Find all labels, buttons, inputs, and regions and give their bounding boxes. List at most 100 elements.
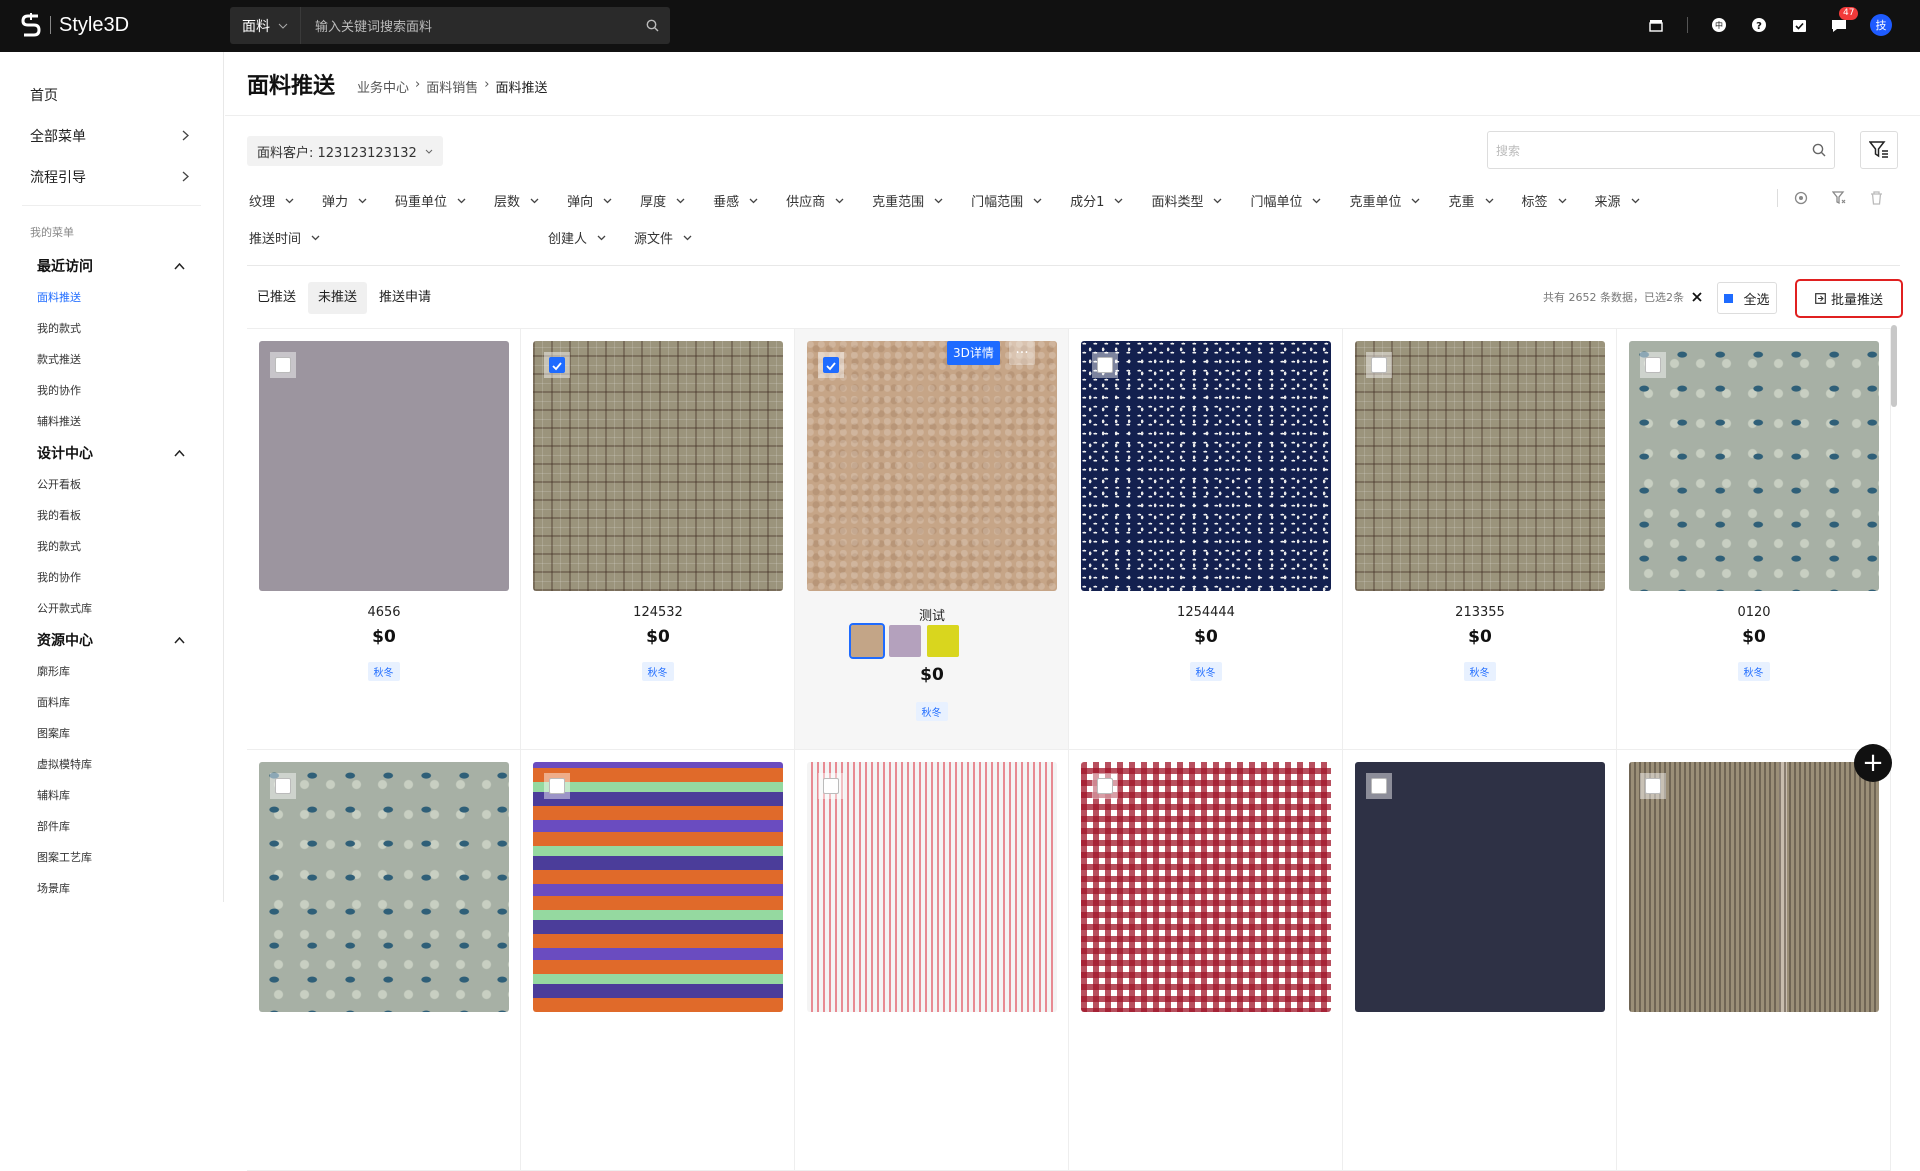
card-checkbox[interactable] xyxy=(1640,773,1666,799)
more-options-icon[interactable]: ··· xyxy=(1009,341,1035,365)
scrollbar[interactable] xyxy=(1891,325,1897,407)
fabric-card[interactable] xyxy=(247,750,521,1171)
sidebar-item[interactable]: 辅料库 xyxy=(0,780,223,811)
color-swatch[interactable] xyxy=(927,625,959,657)
fabric-card[interactable]: 3D详情 ··· 测试 $0 秋冬 xyxy=(795,329,1069,750)
sidebar-item[interactable]: 部件库 xyxy=(0,811,223,842)
task-check-icon[interactable] xyxy=(1790,16,1808,34)
global-search[interactable]: 面料 输入关键词搜索面料 xyxy=(230,7,670,44)
card-checkbox[interactable] xyxy=(1640,352,1666,378)
color-swatch[interactable] xyxy=(849,623,885,659)
language-icon[interactable]: 中 xyxy=(1710,16,1728,34)
filter-dropdown[interactable]: 厚度 xyxy=(626,182,699,219)
fabric-thumbnail[interactable] xyxy=(259,762,509,1012)
app-logo[interactable]: Style3D xyxy=(20,12,129,38)
fabric-card[interactable] xyxy=(1617,750,1891,1171)
filter-dropdown[interactable]: 门幅范围 xyxy=(957,182,1056,219)
filter-dropdown[interactable]: 门幅单位 xyxy=(1236,182,1335,219)
sidebar-item[interactable]: 我的款式 xyxy=(0,531,223,562)
filter-dropdown[interactable]: 面料类型 xyxy=(1137,182,1236,219)
card-checkbox[interactable] xyxy=(544,773,570,799)
sidebar-group-header[interactable]: 设计中心 xyxy=(0,437,223,469)
clear-selection-icon[interactable] xyxy=(1692,292,1702,302)
filter-dropdown[interactable]: 层数 xyxy=(480,182,553,219)
sidebar-top-item[interactable]: 流程引导 xyxy=(0,156,223,197)
filter-dropdown[interactable]: 来源 xyxy=(1581,182,1654,219)
filter-dropdown[interactable]: 成分1 xyxy=(1056,182,1137,219)
card-checkbox[interactable] xyxy=(1092,352,1118,378)
fabric-card[interactable] xyxy=(795,750,1069,1171)
filter-dropdown[interactable]: 克重 xyxy=(1434,182,1507,219)
sidebar-item[interactable]: 面料库 xyxy=(0,687,223,718)
fabric-thumbnail[interactable] xyxy=(533,762,783,1012)
card-checkbox[interactable] xyxy=(270,352,296,378)
search-input[interactable]: 输入关键词搜索面料 xyxy=(301,16,634,35)
fabric-thumbnail[interactable] xyxy=(533,341,783,591)
card-checkbox[interactable] xyxy=(270,773,296,799)
avatar[interactable]: 技 xyxy=(1870,14,1892,36)
sidebar-item[interactable]: 虚拟模特库 xyxy=(0,749,223,780)
store-icon[interactable] xyxy=(1647,16,1665,34)
card-checkbox[interactable] xyxy=(1092,773,1118,799)
eye-settings-icon[interactable] xyxy=(1794,191,1808,205)
card-checkbox[interactable] xyxy=(544,352,570,378)
fabric-card[interactable]: 1254444 $0 秋冬 xyxy=(1069,329,1343,750)
color-swatch[interactable] xyxy=(889,625,921,657)
filter-dropdown[interactable]: 克重单位 xyxy=(1335,182,1434,219)
sidebar-item[interactable]: 辅料推送 xyxy=(0,406,223,437)
fabric-card[interactable]: 124532 $0 秋冬 xyxy=(521,329,795,750)
fabric-thumbnail[interactable] xyxy=(1355,762,1605,1012)
sidebar-item[interactable]: 公开款式库 xyxy=(0,593,223,624)
select-all-button[interactable]: 全选 xyxy=(1717,282,1777,314)
sidebar-item[interactable]: 公开看板 xyxy=(0,469,223,500)
sidebar-item[interactable]: 我的协作 xyxy=(0,562,223,593)
fabric-card[interactable]: 4656 $0 秋冬 xyxy=(247,329,521,750)
add-fab-button[interactable]: + xyxy=(1854,744,1892,782)
sidebar-group-header[interactable]: 资源中心 xyxy=(0,624,223,656)
help-icon[interactable]: ? xyxy=(1750,16,1768,34)
tab-item[interactable]: 未推送 xyxy=(308,282,368,314)
fabric-search-input[interactable]: 搜索 xyxy=(1487,131,1835,169)
fabric-thumbnail[interactable] xyxy=(807,341,1057,591)
filter-dropdown[interactable]: 创建人 xyxy=(534,219,620,256)
filter-dropdown[interactable]: 弹向 xyxy=(553,182,626,219)
fabric-thumbnail[interactable] xyxy=(1629,762,1879,1012)
filter-dropdown[interactable]: 标签 xyxy=(1508,182,1581,219)
filter-settings-button[interactable] xyxy=(1860,131,1898,169)
sidebar-top-item[interactable]: 首页 xyxy=(0,74,223,115)
search-icon[interactable] xyxy=(1812,143,1826,157)
sidebar-item[interactable]: 我的款式 xyxy=(0,313,223,344)
fabric-thumbnail[interactable] xyxy=(1629,341,1879,591)
filter-dropdown[interactable]: 推送时间 xyxy=(235,219,334,256)
card-checkbox[interactable] xyxy=(818,773,844,799)
fabric-card[interactable] xyxy=(1343,750,1617,1171)
breadcrumb-item[interactable]: 业务中心 xyxy=(357,77,409,96)
fabric-thumbnail[interactable] xyxy=(807,762,1057,1012)
filter-dropdown[interactable]: 弹力 xyxy=(308,182,381,219)
customer-select[interactable]: 面料客户: 123123123132 xyxy=(247,136,443,166)
fabric-thumbnail[interactable] xyxy=(1355,341,1605,591)
sidebar-item[interactable]: 图案库 xyxy=(0,718,223,749)
card-checkbox[interactable] xyxy=(1366,352,1392,378)
sidebar-item[interactable]: 我的协作 xyxy=(0,375,223,406)
filter-dropdown[interactable]: 克重范围 xyxy=(858,182,957,219)
search-category-select[interactable]: 面料 xyxy=(230,7,301,44)
filter-dropdown[interactable]: 纹理 xyxy=(235,182,308,219)
fabric-card[interactable]: 0120 $0 秋冬 xyxy=(1617,329,1891,750)
sidebar-item[interactable]: 我的看板 xyxy=(0,500,223,531)
filter-dropdown[interactable]: 码重单位 xyxy=(381,182,480,219)
tab-item[interactable]: 已推送 xyxy=(247,282,306,314)
sidebar-item[interactable]: 廓形库 xyxy=(0,656,223,687)
fabric-card[interactable] xyxy=(1069,750,1343,1171)
fabric-thumbnail[interactable] xyxy=(1081,341,1331,591)
3d-detail-button[interactable]: 3D详情 xyxy=(947,341,1000,365)
search-icon[interactable] xyxy=(634,19,670,32)
filter-dropdown[interactable]: 源文件 xyxy=(620,219,706,256)
sidebar-top-item[interactable]: 全部菜单 xyxy=(0,115,223,156)
card-checkbox[interactable] xyxy=(818,352,844,378)
card-checkbox[interactable] xyxy=(1366,773,1392,799)
fabric-card[interactable] xyxy=(521,750,795,1171)
batch-push-button[interactable]: 批量推送 xyxy=(1815,289,1883,308)
tab-item[interactable]: 推送申请 xyxy=(369,282,441,314)
fabric-card[interactable]: 213355 $0 秋冬 xyxy=(1343,329,1617,750)
